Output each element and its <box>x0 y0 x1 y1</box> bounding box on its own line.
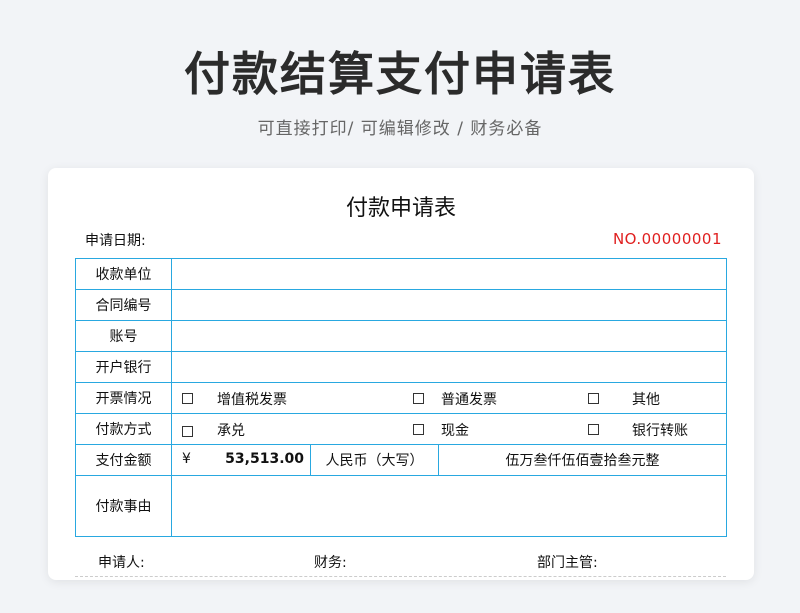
method-label: 付款方式 <box>75 413 172 445</box>
invoice-normal-checkbox[interactable] <box>413 393 424 404</box>
uppercase-value[interactable]: 伍万叁仟伍佰壹拾叁元整 <box>437 444 728 476</box>
table-row: 开户银行 <box>75 351 728 383</box>
table-row: 付款事由 <box>75 475 728 537</box>
table-row: 账号 <box>75 320 728 352</box>
contract-no-field[interactable] <box>170 289 728 321</box>
manager-label: 部门主管: <box>537 555 598 571</box>
uppercase-label: 人民币（大写） <box>310 444 439 476</box>
payment-form-table: 收款单位 合同编号 账号 开户银行 开票情况 增值税发票 普通发票 其他 付款方… <box>75 258 728 537</box>
page-title: 付款结算支付申请表 <box>184 47 616 101</box>
table-row: 合同编号 <box>75 289 728 321</box>
table-row: 开票情况 增值税发票 普通发票 其他 <box>75 382 728 414</box>
amount-label: 支付金额 <box>75 444 172 476</box>
amount-field[interactable]: ¥ 53,513.00 <box>171 444 311 476</box>
invoice-vat-checkbox[interactable] <box>182 393 193 404</box>
invoice-vat-label: 增值税发票 <box>217 392 287 408</box>
invoice-options: 增值税发票 普通发票 其他 <box>170 382 728 414</box>
payee-label: 收款单位 <box>75 258 172 290</box>
table-row: 收款单位 <box>75 258 728 290</box>
table-row: 付款方式 承兑 现金 银行转账 <box>75 413 728 445</box>
account-no-label: 账号 <box>75 320 172 352</box>
bank-field[interactable] <box>170 351 728 383</box>
invoice-label: 开票情况 <box>75 382 172 414</box>
account-no-field[interactable] <box>170 320 728 352</box>
applicant-label: 申请人: <box>98 555 145 571</box>
method-acceptance-checkbox[interactable] <box>182 426 193 437</box>
finance-label: 财务: <box>314 555 347 571</box>
document-number: NO.00000001 <box>612 230 722 248</box>
currency-symbol: ¥ <box>182 451 191 467</box>
amount-value: 53,513.00 <box>225 451 304 467</box>
method-transfer-checkbox[interactable] <box>588 424 599 435</box>
method-options: 承兑 现金 银行转账 <box>170 413 728 445</box>
table-row: 支付金额 ¥ 53,513.00 人民币（大写） 伍万叁仟伍佰壹拾叁元整 <box>75 444 728 476</box>
method-acceptance-label: 承兑 <box>217 423 245 439</box>
footer-divider <box>75 576 726 580</box>
invoice-other-checkbox[interactable] <box>588 393 599 404</box>
reason-field[interactable] <box>170 475 728 537</box>
payee-field[interactable] <box>170 258 728 290</box>
contract-no-label: 合同编号 <box>75 289 172 321</box>
reason-label: 付款事由 <box>75 475 172 537</box>
method-transfer-label: 银行转账 <box>632 423 688 439</box>
invoice-normal-label: 普通发票 <box>441 392 497 408</box>
page-subtitle: 可直接打印/ 可编辑修改 / 财务必备 <box>257 119 543 139</box>
bank-label: 开户银行 <box>75 351 172 383</box>
method-cash-checkbox[interactable] <box>413 424 424 435</box>
date-label: 申请日期: <box>85 233 146 249</box>
method-cash-label: 现金 <box>441 423 469 439</box>
form-title: 付款申请表 <box>345 196 456 221</box>
form-card: 付款申请表 申请日期: NO.00000001 收款单位 合同编号 账号 开户银… <box>48 168 754 580</box>
invoice-other-label: 其他 <box>632 392 660 408</box>
